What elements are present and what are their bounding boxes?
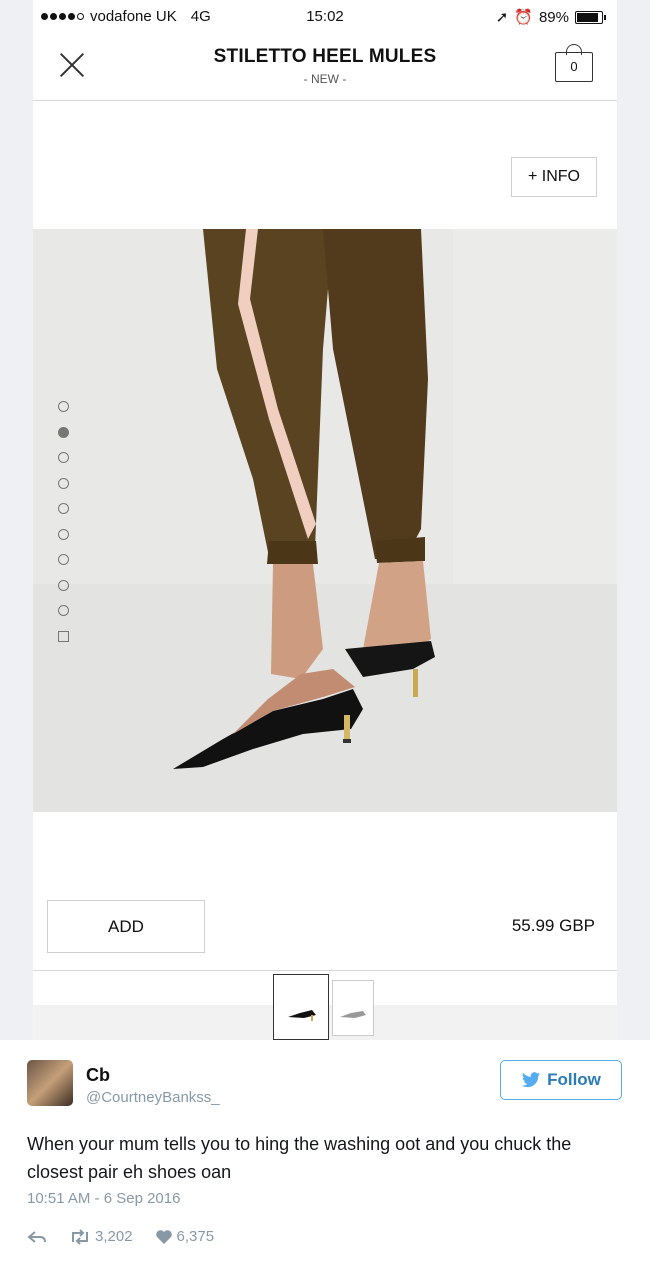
reply-button[interactable] (27, 1229, 47, 1245)
follow-label: Follow (547, 1070, 601, 1089)
shopping-bag-button[interactable]: 0 (555, 44, 593, 82)
nav-bar: STILETTO HEEL MULES - NEW - 0 (33, 34, 617, 101)
pager-dot[interactable] (58, 528, 69, 540)
thumbnail-2[interactable] (332, 980, 374, 1036)
thumbnail-1[interactable] (273, 974, 329, 1040)
tweet-author-name[interactable]: Cb (86, 1065, 110, 1086)
add-to-bag-button[interactable]: ADD (47, 900, 205, 953)
tweet-author-handle[interactable]: @CourtneyBankss_ (86, 1089, 220, 1106)
divider (33, 970, 617, 971)
page-subtitle: - NEW - (303, 72, 347, 86)
pager-dot[interactable] (58, 579, 69, 591)
pager-dot-active[interactable] (58, 426, 69, 438)
follow-button[interactable]: Follow (500, 1060, 622, 1100)
info-button[interactable]: + INFO (511, 157, 597, 197)
avatar[interactable] (27, 1060, 73, 1106)
pager-square[interactable] (58, 630, 69, 642)
app-screen: vodafone UK 4G 15:02 ➚ ⏰ 89% STILETTO HE… (33, 0, 617, 1040)
like-count: 6,375 (176, 1228, 215, 1245)
tweet-actions: 3,202 6,375 (27, 1228, 236, 1245)
pager-dot[interactable] (58, 401, 69, 412)
battery-label: 89% (538, 8, 569, 26)
status-right: ➚ ⏰ 89% (495, 8, 606, 26)
reply-icon (27, 1230, 46, 1243)
page-title: STILETTO HEEL MULES (213, 46, 437, 67)
heart-icon (155, 1229, 172, 1244)
shoe-thumbnail-icon (340, 1011, 366, 1018)
bag-count: 0 (555, 52, 593, 82)
shoe-thumbnail-icon (288, 1010, 316, 1021)
status-bar: vodafone UK 4G 15:02 ➚ ⏰ 89% (33, 0, 617, 34)
tweet-text: When your mum tells you to hing the wash… (27, 1134, 572, 1182)
twitter-bird-icon (521, 1071, 541, 1087)
pager-dot[interactable] (58, 605, 69, 616)
battery-icon (575, 10, 606, 24)
alarm-icon: ⏰ (514, 9, 533, 26)
retweet-icon (72, 1228, 88, 1245)
pager-dot[interactable] (58, 554, 69, 565)
pager-dot[interactable] (58, 477, 69, 489)
retweet-count: 3,202 (95, 1228, 133, 1245)
gallery-pager (58, 401, 70, 642)
phone-screenshot: vodafone UK 4G 15:02 ➚ ⏰ 89% STILETTO HE… (0, 0, 650, 1040)
like-button[interactable]: 6,375 (155, 1228, 215, 1245)
tweet-timestamp[interactable]: 10:51 AM - 6 Sep 2016 (27, 1190, 180, 1207)
pager-dot[interactable] (58, 452, 69, 463)
product-photo[interactable] (33, 229, 617, 812)
price-label: 55.99 GBP (511, 916, 595, 935)
tweet-card: Cb @CourtneyBankss_ Follow When your mum… (0, 1042, 650, 1270)
pager-dot[interactable] (58, 503, 69, 514)
product-illustration (33, 229, 617, 812)
location-arrow-icon: ➚ (495, 9, 509, 26)
retweet-button[interactable]: 3,202 (69, 1228, 133, 1245)
